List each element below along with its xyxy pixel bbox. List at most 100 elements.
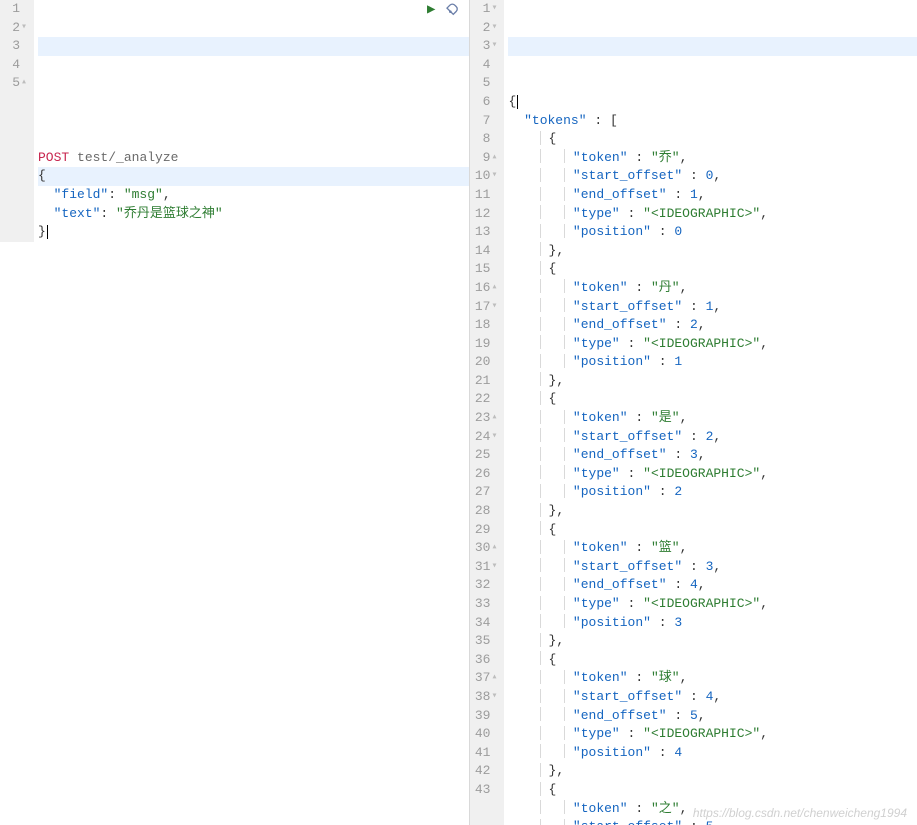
code-line: "start_offset" : 4, <box>508 688 917 707</box>
active-line-highlight <box>508 37 917 56</box>
code-line: }, <box>508 242 917 261</box>
gutter-line: 28 <box>470 502 498 521</box>
gutter-line: 1 <box>0 0 28 19</box>
code-line: { <box>508 521 917 540</box>
gutter-line: 34 <box>470 614 498 633</box>
code-line: "text": "乔丹是篮球之神" <box>38 205 469 224</box>
code-line: "end_offset" : 1, <box>508 186 917 205</box>
code-line: "start_offset" : 1, <box>508 298 917 317</box>
code-line: "token" : "是", <box>508 409 917 428</box>
code-line: { <box>38 167 469 186</box>
code-line: "token" : "篮", <box>508 539 917 558</box>
code-line: { <box>508 130 917 149</box>
gutter-line: 13 <box>470 223 498 242</box>
gutter-line: 8 <box>470 130 498 149</box>
gutter-line: 4 <box>0 56 28 75</box>
code-line: "end_offset" : 3, <box>508 446 917 465</box>
gutter-line: 23 ▴ <box>470 409 498 428</box>
gutter-line: 16 ▴ <box>470 279 498 298</box>
code-line: "end_offset" : 2, <box>508 316 917 335</box>
gutter-line: 9 ▴ <box>470 149 498 168</box>
code-line: "position" : 3 <box>508 614 917 633</box>
gutter-line: 3 ▾ <box>470 37 498 56</box>
gutter-line: 25 <box>470 446 498 465</box>
code-line: } <box>38 223 469 242</box>
code-line: "token" : "乔", <box>508 149 917 168</box>
gutter-line: 6 <box>470 93 498 112</box>
code-line: }, <box>508 632 917 651</box>
code-line: "type" : "<IDEOGRAPHIC>", <box>508 465 917 484</box>
gutter-line: 38 ▾ <box>470 688 498 707</box>
right-gutter: 1 ▾2 ▾3 ▾4 5 6 7 8 9 ▴10 ▾11 12 13 14 15… <box>470 0 504 825</box>
code-line: POST test/_analyze <box>38 149 469 168</box>
gutter-line: 41 <box>470 744 498 763</box>
request-code[interactable]: POST test/_analyze{ "field": "msg", "tex… <box>34 0 469 242</box>
code-line: "type" : "<IDEOGRAPHIC>", <box>508 335 917 354</box>
code-line: "position" : 1 <box>508 353 917 372</box>
code-line: "tokens" : [ <box>508 112 917 131</box>
gutter-line: 2 ▾ <box>470 19 498 38</box>
gutter-line: 42 <box>470 762 498 781</box>
code-line: { <box>508 93 917 112</box>
code-line: "start_offset" : 3, <box>508 558 917 577</box>
code-line: "token" : "丹", <box>508 279 917 298</box>
code-line: "start_offset" : 0, <box>508 167 917 186</box>
gutter-line: 32 <box>470 576 498 595</box>
gutter-line: 21 <box>470 372 498 391</box>
gutter-line: 10 ▾ <box>470 167 498 186</box>
response-code[interactable]: { "tokens" : [ { "token" : "乔", "start_o… <box>504 0 917 825</box>
gutter-line: 15 <box>470 260 498 279</box>
gutter-line: 12 <box>470 205 498 224</box>
gutter-line: 43 <box>470 781 498 800</box>
gutter-line: 26 <box>470 465 498 484</box>
code-line: "position" : 4 <box>508 744 917 763</box>
gutter-line: 30 ▴ <box>470 539 498 558</box>
code-line: }, <box>508 372 917 391</box>
gutter-line: 5 <box>470 74 498 93</box>
gutter-line: 2 ▾ <box>0 19 28 38</box>
gutter-line: 14 <box>470 242 498 261</box>
code-line: "type" : "<IDEOGRAPHIC>", <box>508 205 917 224</box>
gutter-line: 37 ▴ <box>470 669 498 688</box>
code-line: "position" : 0 <box>508 223 917 242</box>
gutter-line: 29 <box>470 521 498 540</box>
gutter-line: 33 <box>470 595 498 614</box>
gutter-line: 22 <box>470 390 498 409</box>
gutter-line: 3 <box>0 37 28 56</box>
code-line: "end_offset" : 4, <box>508 576 917 595</box>
response-viewer-pane: 1 ▾2 ▾3 ▾4 5 6 7 8 9 ▴10 ▾11 12 13 14 15… <box>470 0 917 825</box>
code-line: "start_offset" : 5, <box>508 818 917 825</box>
gutter-line: 5 ▴ <box>0 74 28 93</box>
gutter-line: 18 <box>470 316 498 335</box>
request-editor-pane: ▶ 1 2 ▾3 4 5 ▴ POST test/_analyze{ "fiel… <box>0 0 469 825</box>
gutter-line: 40 <box>470 725 498 744</box>
code-line: { <box>508 651 917 670</box>
code-line: }, <box>508 762 917 781</box>
left-gutter: 1 2 ▾3 4 5 ▴ <box>0 0 34 242</box>
gutter-line: 4 <box>470 56 498 75</box>
gutter-line: 36 <box>470 651 498 670</box>
settings-icon[interactable] <box>445 1 461 22</box>
response-viewer[interactable]: 1 ▾2 ▾3 ▾4 5 6 7 8 9 ▴10 ▾11 12 13 14 15… <box>470 0 917 825</box>
run-icon[interactable]: ▶ <box>427 1 435 22</box>
active-line-highlight <box>38 37 469 56</box>
editor-actions: ▶ <box>427 1 461 22</box>
gutter-line: 39 <box>470 707 498 726</box>
code-line: "type" : "<IDEOGRAPHIC>", <box>508 725 917 744</box>
code-line: "field": "msg", <box>38 186 469 205</box>
gutter-line: 1 ▾ <box>470 0 498 19</box>
gutter-line: 17 ▾ <box>470 298 498 317</box>
gutter-line: 35 <box>470 632 498 651</box>
code-line: { <box>508 390 917 409</box>
code-line: "start_offset" : 2, <box>508 428 917 447</box>
gutter-line: 19 <box>470 335 498 354</box>
code-line: "token" : "球", <box>508 669 917 688</box>
code-line: }, <box>508 502 917 521</box>
gutter-line: 11 <box>470 186 498 205</box>
code-line: "type" : "<IDEOGRAPHIC>", <box>508 595 917 614</box>
gutter-line: 27 <box>470 483 498 502</box>
request-editor[interactable]: 1 2 ▾3 4 5 ▴ POST test/_analyze{ "field"… <box>0 0 469 242</box>
code-line: { <box>508 781 917 800</box>
gutter-line: 31 ▾ <box>470 558 498 577</box>
code-line: { <box>508 260 917 279</box>
